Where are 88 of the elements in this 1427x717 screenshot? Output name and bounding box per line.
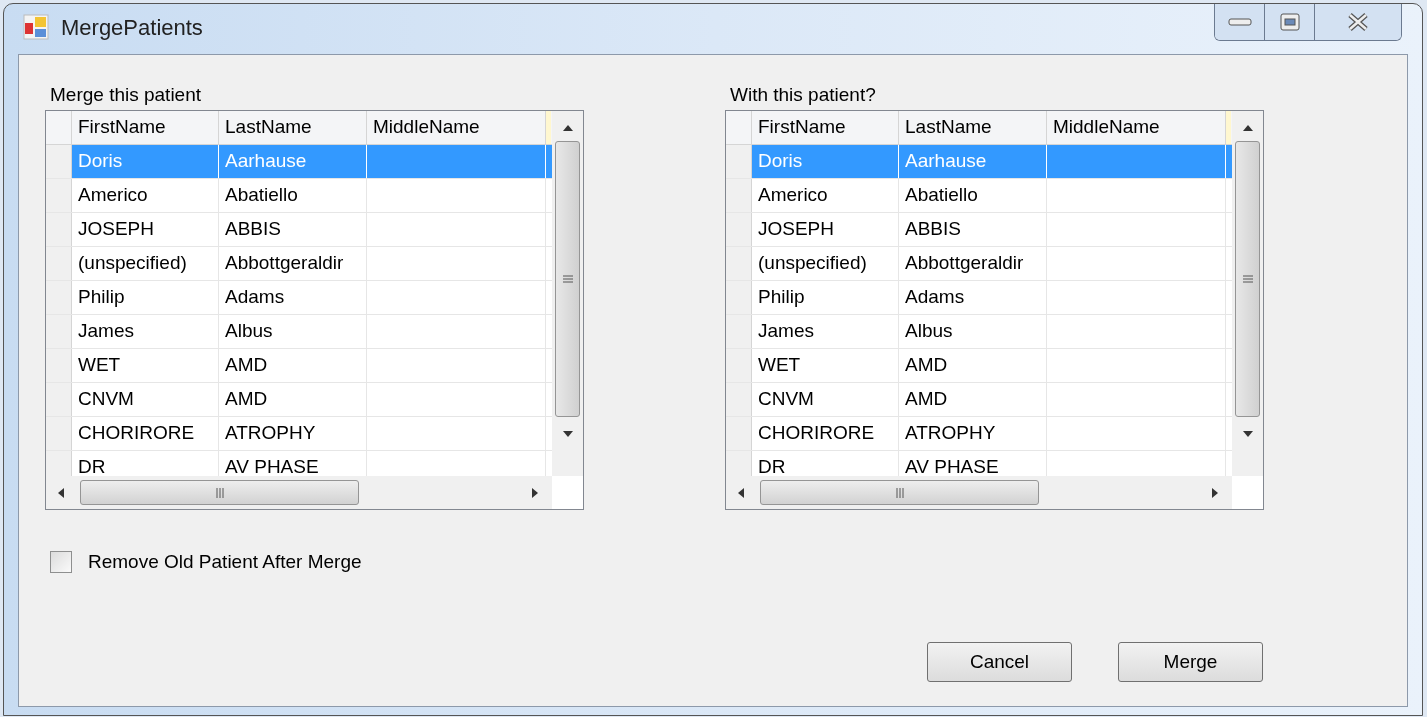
table-cell: (unspecified) — [752, 247, 899, 280]
scroll-right-icon — [1212, 487, 1218, 498]
table-row[interactable]: James Albus — [726, 315, 1232, 349]
grip-icon — [1242, 275, 1253, 283]
column-header[interactable]: FirstName — [72, 111, 219, 144]
table-cell: AMD — [219, 383, 367, 416]
table-cell: ABBIS — [899, 213, 1047, 246]
close-button[interactable] — [1315, 4, 1401, 40]
scroll-left-icon — [738, 487, 744, 498]
table-cell: Abbottgeraldir — [899, 247, 1047, 280]
table-cell: (unspecified) — [72, 247, 219, 280]
minimize-button[interactable] — [1215, 4, 1265, 40]
minimize-icon — [1227, 18, 1252, 26]
close-icon — [1347, 13, 1369, 31]
table-cell: ATROPHY — [219, 417, 367, 450]
table-cell: Doris — [72, 145, 219, 178]
table-row[interactable]: (unspecified) Abbottgeraldir — [726, 247, 1232, 281]
table-cell: AMD — [899, 383, 1047, 416]
scroll-up-icon — [562, 125, 573, 131]
patient-grid[interactable]: FirstName LastName MiddleName Doris Aarhause Americo Abatiello JOSEPH ABBIS (unspecified) Abbottgeraldir Philip Adams James Albus WET AMD CNVM AMD CHORIRORE ATROPHY DR AV PHASE — [45, 110, 584, 510]
table-cell: JOSEPH — [72, 213, 219, 246]
grip-icon — [895, 487, 904, 498]
maximize-button[interactable] — [1265, 4, 1315, 40]
table-cell: JOSEPH — [752, 213, 899, 246]
vertical-scrollbar[interactable] — [1232, 111, 1263, 476]
maximize-icon — [1279, 13, 1300, 31]
table-cell: Adams — [219, 281, 367, 314]
table-row[interactable]: Americo Abatiello — [46, 179, 552, 213]
table-cell: Albus — [219, 315, 367, 348]
table-cell: James — [72, 315, 219, 348]
checkbox-label[interactable]: Remove Old Patient After Merge — [88, 548, 362, 577]
grid-label: Merge this patient — [50, 85, 203, 104]
table-cell: WET — [752, 349, 899, 382]
horizontal-scrollbar[interactable] — [46, 476, 552, 509]
table-cell: CNVM — [752, 383, 899, 416]
table-cell: WET — [72, 349, 219, 382]
table-cell: Americo — [752, 179, 899, 212]
table-cell: CHORIRORE — [72, 417, 219, 450]
scroll-right-icon — [532, 487, 538, 498]
table-cell: Americo — [72, 179, 219, 212]
table-cell: CHORIRORE — [752, 417, 899, 450]
table-row[interactable]: Philip Adams — [46, 281, 552, 315]
scroll-left-icon — [58, 487, 64, 498]
patient-grid[interactable]: FirstName LastName MiddleName Doris Aarhause Americo Abatiello JOSEPH ABBIS (unspecified) Abbottgeraldir Philip Adams James Albus WET AMD CNVM AMD CHORIRORE ATROPHY DR AV PHASE — [725, 110, 1264, 510]
column-header[interactable]: LastName — [899, 111, 1047, 144]
table-row[interactable]: Philip Adams — [726, 281, 1232, 315]
table-cell: Albus — [899, 315, 1047, 348]
window-title: MergePatients — [61, 13, 203, 42]
table-cell: Abatiello — [219, 179, 367, 212]
table-row[interactable]: (unspecified) Abbottgeraldir — [46, 247, 552, 281]
scroll-down-icon — [562, 431, 573, 437]
table-cell: Philip — [72, 281, 219, 314]
table-cell: AMD — [899, 349, 1047, 382]
grid-label: With this patient? — [730, 85, 877, 104]
table-row[interactable]: CHORIRORE ATROPHY — [726, 417, 1232, 451]
table-cell: Doris — [752, 145, 899, 178]
grip-icon — [215, 487, 224, 498]
table-cell: Adams — [899, 281, 1047, 314]
table-row[interactable]: CNVM AMD — [726, 383, 1232, 417]
table-cell: Abatiello — [899, 179, 1047, 212]
table-row[interactable]: CNVM AMD — [46, 383, 552, 417]
horizontal-scrollbar[interactable] — [726, 476, 1232, 509]
vertical-scrollbar[interactable] — [552, 111, 583, 476]
table-cell: James — [752, 315, 899, 348]
table-row[interactable]: Americo Abatiello — [726, 179, 1232, 213]
table-cell: Philip — [752, 281, 899, 314]
table-row[interactable]: JOSEPH ABBIS — [726, 213, 1232, 247]
scroll-down-icon — [1242, 431, 1253, 437]
table-cell: ATROPHY — [899, 417, 1047, 450]
table-row[interactable]: JOSEPH ABBIS — [46, 213, 552, 247]
column-header[interactable]: FirstName — [752, 111, 899, 144]
app-icon — [23, 14, 49, 40]
scroll-up-icon — [1242, 125, 1253, 131]
table-row[interactable]: WET AMD — [46, 349, 552, 383]
table-row[interactable]: James Albus — [46, 315, 552, 349]
table-cell: CNVM — [72, 383, 219, 416]
table-row[interactable]: CHORIRORE ATROPHY — [46, 417, 552, 451]
table-cell: Aarhause — [219, 145, 367, 178]
dialog-button[interactable]: Cancel — [927, 642, 1072, 682]
table-cell: ABBIS — [219, 213, 367, 246]
column-header[interactable]: LastName — [219, 111, 367, 144]
dialog-button[interactable]: Merge — [1118, 642, 1263, 682]
table-cell: Abbottgeraldir — [219, 247, 367, 280]
grip-icon — [562, 275, 573, 283]
table-cell: Aarhause — [899, 145, 1047, 178]
table-cell: AMD — [219, 349, 367, 382]
checkbox[interactable] — [50, 551, 72, 574]
table-row[interactable]: WET AMD — [726, 349, 1232, 383]
